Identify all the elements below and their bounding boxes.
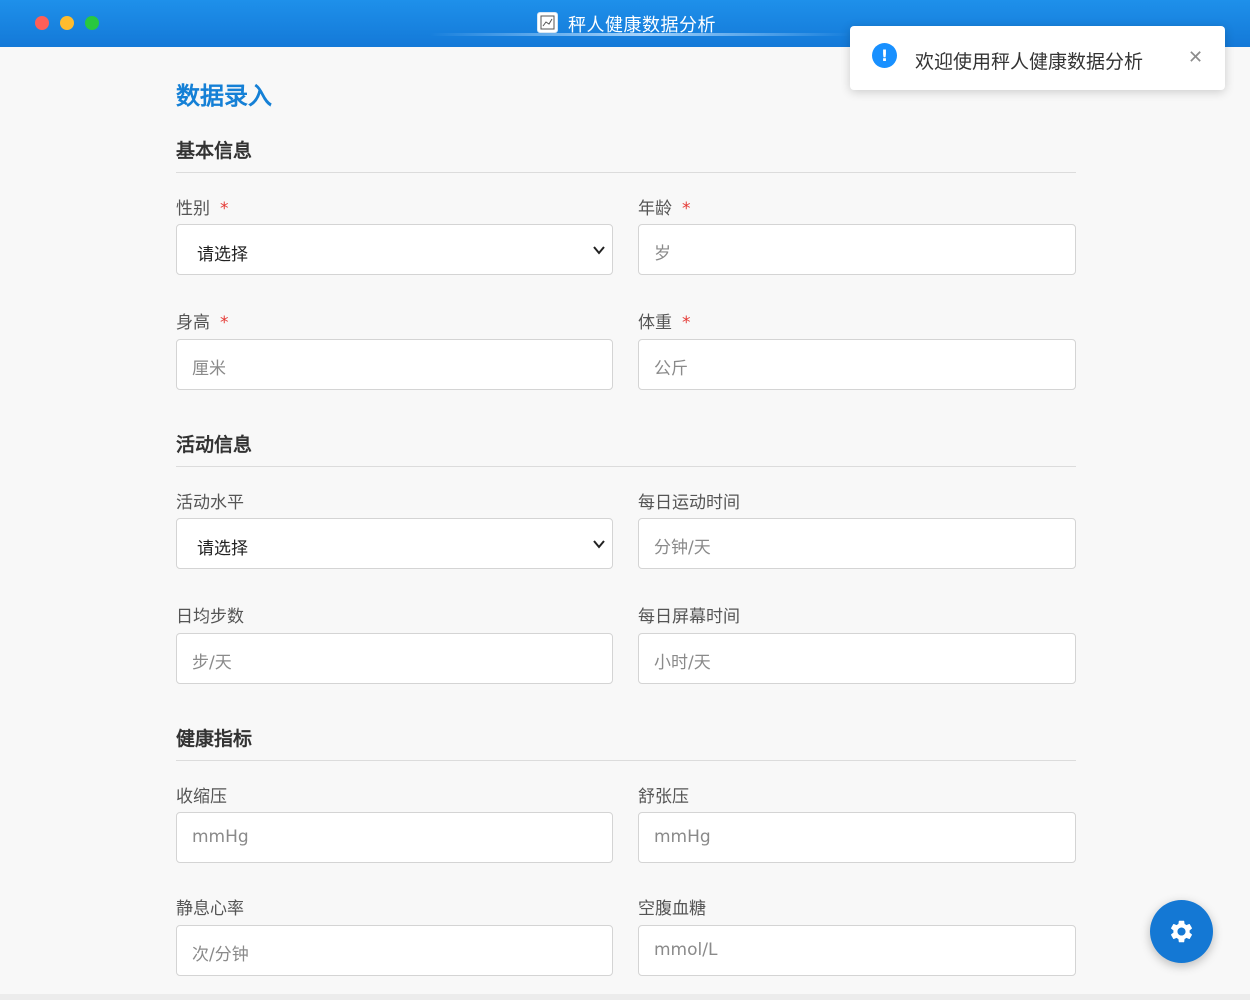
daily-steps-label: 日均步数 <box>176 607 244 627</box>
clipped-next-row <box>0 994 1250 1000</box>
age-label: 年龄 * <box>638 199 691 219</box>
heart-rate-placeholder: 次/分钟 <box>192 945 249 965</box>
height-input[interactable]: 厘米 <box>176 339 613 390</box>
maximize-window-button[interactable] <box>85 16 99 30</box>
section-title-basic: 基本信息 <box>176 140 253 162</box>
activity-level-select[interactable]: 请选择 <box>176 518 613 569</box>
height-label: 身高 * <box>176 313 229 333</box>
section-divider <box>176 466 1076 467</box>
screen-time-label: 每日屏幕时间 <box>638 607 740 627</box>
systolic-placeholder: mmHg <box>192 827 249 847</box>
age-placeholder: 岁 <box>654 244 671 264</box>
page-title: 数据录入 <box>176 82 272 110</box>
diastolic-placeholder: mmHg <box>654 827 711 847</box>
age-input[interactable]: 岁 <box>638 224 1076 275</box>
section-title-activity: 活动信息 <box>176 434 253 456</box>
chevron-down-icon <box>593 246 605 255</box>
window-title: 秤人健康数据分析 <box>568 15 716 36</box>
settings-button[interactable] <box>1150 900 1213 963</box>
close-window-button[interactable] <box>35 16 49 30</box>
daily-steps-input[interactable]: 步/天 <box>176 633 613 684</box>
exercise-time-label: 每日运动时间 <box>638 493 740 513</box>
required-marker: * <box>220 199 229 219</box>
activity-level-value: 请选择 <box>197 539 248 559</box>
close-icon[interactable]: ✕ <box>1188 47 1203 68</box>
gender-select-value: 请选择 <box>197 245 248 265</box>
systolic-label: 收缩压 <box>176 787 227 807</box>
section-divider <box>176 760 1076 761</box>
daily-steps-placeholder: 步/天 <box>192 653 232 673</box>
systolic-input[interactable]: mmHg <box>176 812 613 863</box>
exercise-time-input[interactable]: 分钟/天 <box>638 518 1076 569</box>
weight-placeholder: 公斤 <box>654 359 688 379</box>
chevron-down-icon <box>593 540 605 549</box>
section-title-health: 健康指标 <box>176 728 253 750</box>
app-window: 秤人健康数据分析 数据录入 基本信息 性别 * 请选择 年龄 * 岁 身高 * 厘米 <box>0 0 1250 1000</box>
glucose-label: 空腹血糖 <box>638 899 706 919</box>
screen-time-input[interactable]: 小时/天 <box>638 633 1076 684</box>
gender-label: 性别 * <box>176 199 229 219</box>
activity-level-label: 活动水平 <box>176 493 244 513</box>
heart-rate-input[interactable]: 次/分钟 <box>176 925 613 976</box>
toast-message: 欢迎使用秤人健康数据分析 <box>915 51 1144 73</box>
diastolic-input[interactable]: mmHg <box>638 812 1076 863</box>
screen-time-placeholder: 小时/天 <box>654 653 711 673</box>
height-placeholder: 厘米 <box>192 359 226 379</box>
required-marker: * <box>682 313 691 333</box>
app-icon <box>537 12 558 33</box>
minimize-window-button[interactable] <box>60 16 74 30</box>
weight-label: 体重 * <box>638 313 691 333</box>
required-marker: * <box>220 313 229 333</box>
glucose-placeholder: mmol/L <box>654 940 718 960</box>
section-divider <box>176 172 1076 173</box>
gender-select[interactable]: 请选择 <box>176 224 613 275</box>
info-icon: ! <box>872 43 897 68</box>
heart-rate-label: 静息心率 <box>176 899 244 919</box>
weight-input[interactable]: 公斤 <box>638 339 1076 390</box>
diastolic-label: 舒张压 <box>638 787 689 807</box>
welcome-toast: ! 欢迎使用秤人健康数据分析 ✕ <box>850 26 1225 90</box>
required-marker: * <box>682 199 691 219</box>
gear-icon <box>1170 920 1193 943</box>
glucose-input[interactable]: mmol/L <box>638 925 1076 976</box>
exercise-time-placeholder: 分钟/天 <box>654 538 711 558</box>
